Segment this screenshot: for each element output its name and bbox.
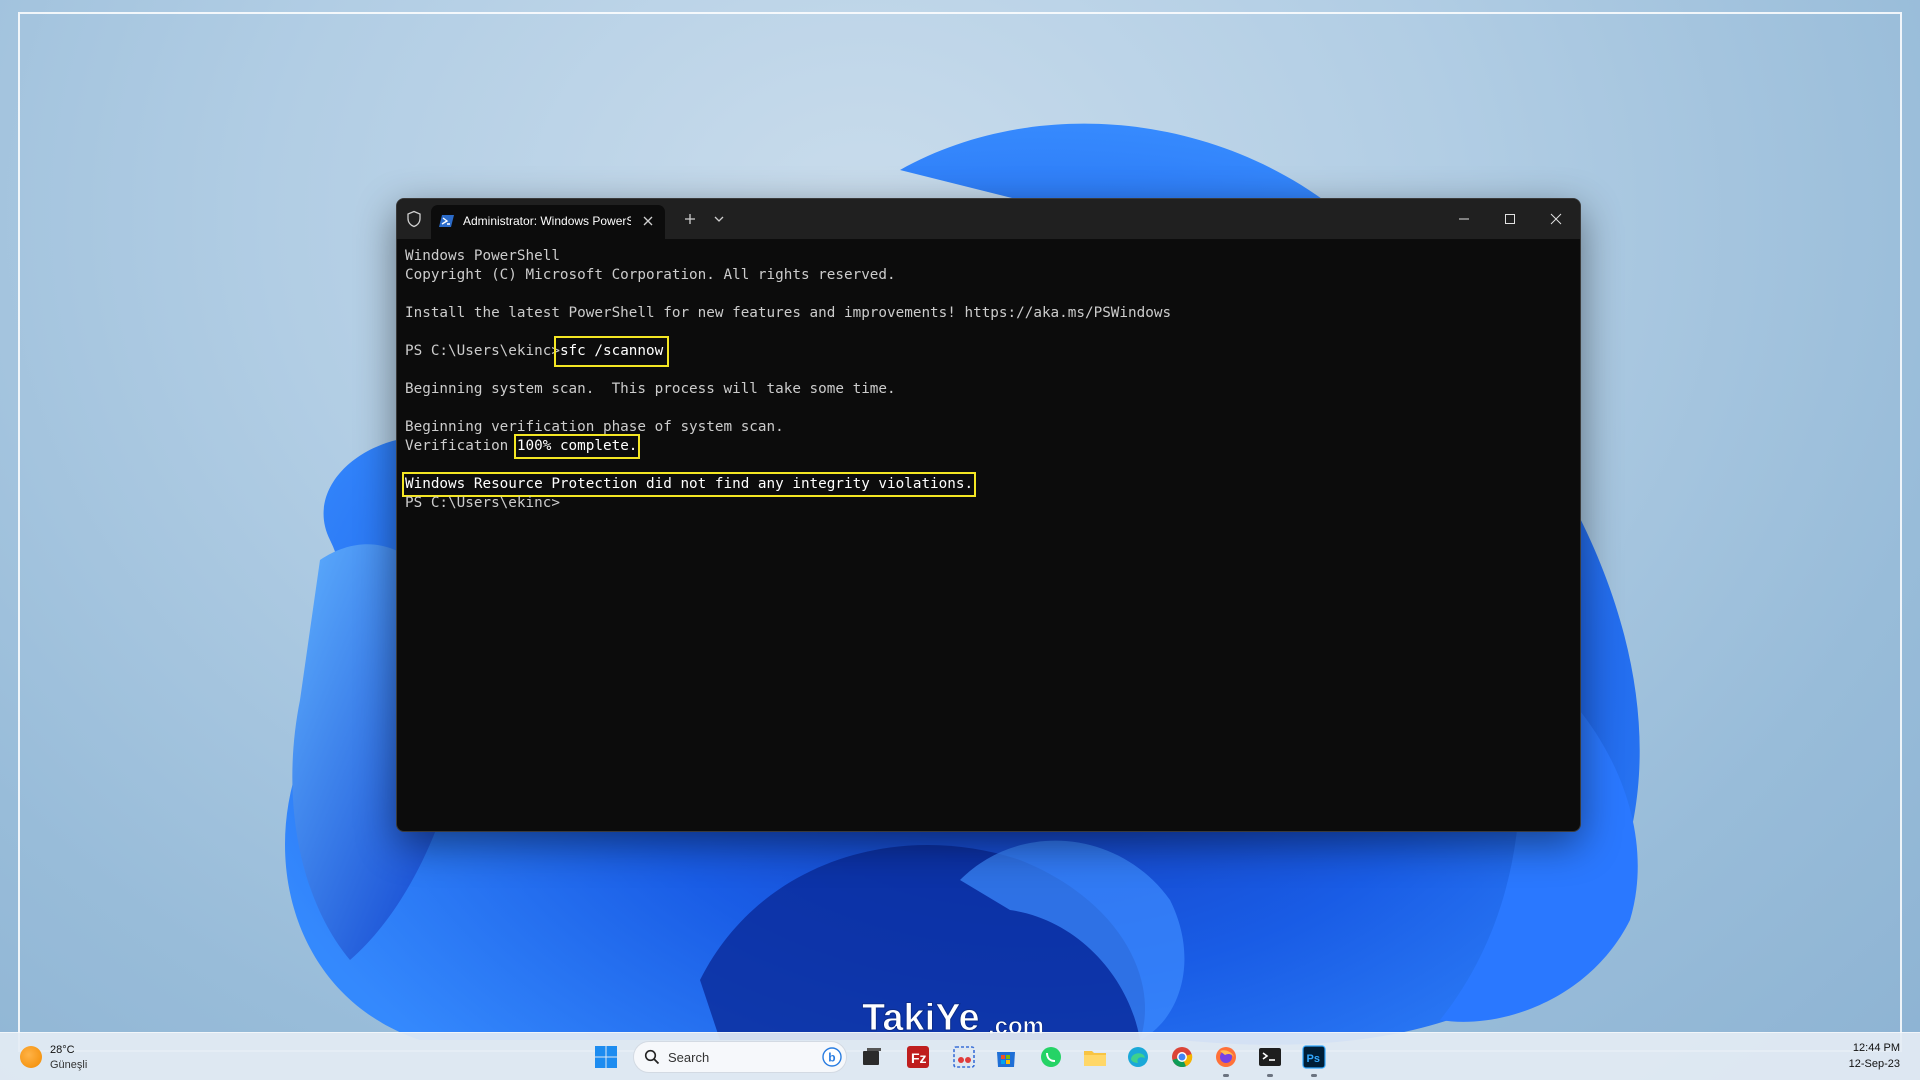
title-bar[interactable]: Administrator: Windows PowerShell xyxy=(397,199,1580,239)
close-tab-icon[interactable] xyxy=(640,213,656,229)
close-icon xyxy=(1550,213,1562,225)
minimize-button[interactable] xyxy=(1441,199,1487,239)
prompt-line: PS C:\Users\ekinc>sfc /scannow xyxy=(405,336,1171,367)
shield-icon xyxy=(407,210,421,228)
weather-description[interactable]: Güneşli xyxy=(50,1059,87,1071)
firefox-icon[interactable] xyxy=(1212,1043,1240,1071)
result-highlight: Windows Resource Protection did not find… xyxy=(401,472,977,497)
svg-text:Fz: Fz xyxy=(911,1050,927,1066)
tab-title: Administrator: Windows PowerShell xyxy=(463,214,631,228)
running-indicator xyxy=(1267,1074,1273,1077)
weather-sun-icon[interactable] xyxy=(20,1046,42,1068)
verification-line: Verification 100% complete. xyxy=(405,434,1171,459)
prompt: PS C:\Users\ekinc> xyxy=(405,343,560,359)
snipping-tool-icon[interactable] xyxy=(950,1043,978,1071)
console-line: Beginning system scan. This process will… xyxy=(405,381,896,397)
bing-icon[interactable]: b xyxy=(822,1047,842,1067)
microsoft-store-icon[interactable] xyxy=(992,1043,1020,1071)
maximize-button[interactable] xyxy=(1487,199,1533,239)
terminal-icon[interactable] xyxy=(1256,1043,1284,1071)
clock-date[interactable]: 12-Sep-23 xyxy=(1849,1058,1900,1070)
tab-powershell[interactable]: Administrator: Windows PowerShell xyxy=(431,205,665,239)
task-view-icon[interactable] xyxy=(858,1043,886,1071)
powershell-icon xyxy=(439,215,454,227)
console-output[interactable]: Windows PowerShell Copyright (C) Microso… xyxy=(401,247,1172,513)
running-indicator xyxy=(1223,1074,1229,1077)
edge-icon[interactable] xyxy=(1124,1043,1152,1071)
search-input[interactable]: Search b xyxy=(633,1041,847,1073)
prompt-line[interactable]: PS C:\Users\ekinc> xyxy=(405,494,1171,513)
prompt: PS C:\Users\ekinc> xyxy=(405,495,560,511)
chevron-down-icon[interactable] xyxy=(711,211,727,227)
minimize-icon xyxy=(1459,218,1469,220)
new-tab-button[interactable] xyxy=(682,211,698,227)
close-window-button[interactable] xyxy=(1533,199,1579,239)
terminal-window[interactable]: Administrator: Windows PowerShell Window… xyxy=(396,198,1581,832)
svg-text:Ps: Ps xyxy=(1307,1053,1320,1065)
svg-text:b: b xyxy=(828,1051,835,1065)
search-placeholder: Search xyxy=(668,1050,710,1065)
console-line: Windows PowerShell xyxy=(405,248,560,264)
console-line: Copyright (C) Microsoft Corporation. All… xyxy=(405,267,896,283)
search-icon xyxy=(644,1049,660,1065)
chrome-icon[interactable] xyxy=(1168,1043,1196,1071)
verification-highlight: 100% complete. xyxy=(513,434,641,459)
photoshop-icon[interactable]: Ps xyxy=(1300,1043,1328,1071)
running-indicator xyxy=(1311,1074,1317,1077)
verification-prefix: Verification xyxy=(405,438,517,454)
clock-time[interactable]: 12:44 PM xyxy=(1853,1042,1900,1054)
whatsapp-icon[interactable] xyxy=(1037,1043,1065,1071)
weather-temperature[interactable]: 28°C xyxy=(50,1044,75,1056)
console-line: Install the latest PowerShell for new fe… xyxy=(405,305,1172,321)
filezilla-icon[interactable]: Fz xyxy=(904,1043,932,1071)
file-explorer-icon[interactable] xyxy=(1081,1043,1109,1071)
windows-start-icon[interactable] xyxy=(592,1043,620,1071)
console-line: Beginning verification phase of system s… xyxy=(405,419,784,435)
taskbar: 28°C Güneşli Search b Fz Ps 12:44 PM 12-… xyxy=(0,1032,1920,1080)
maximize-icon xyxy=(1505,214,1515,224)
result-line: Windows Resource Protection did not find… xyxy=(401,472,1171,497)
command-highlight: sfc /scannow xyxy=(553,336,670,367)
